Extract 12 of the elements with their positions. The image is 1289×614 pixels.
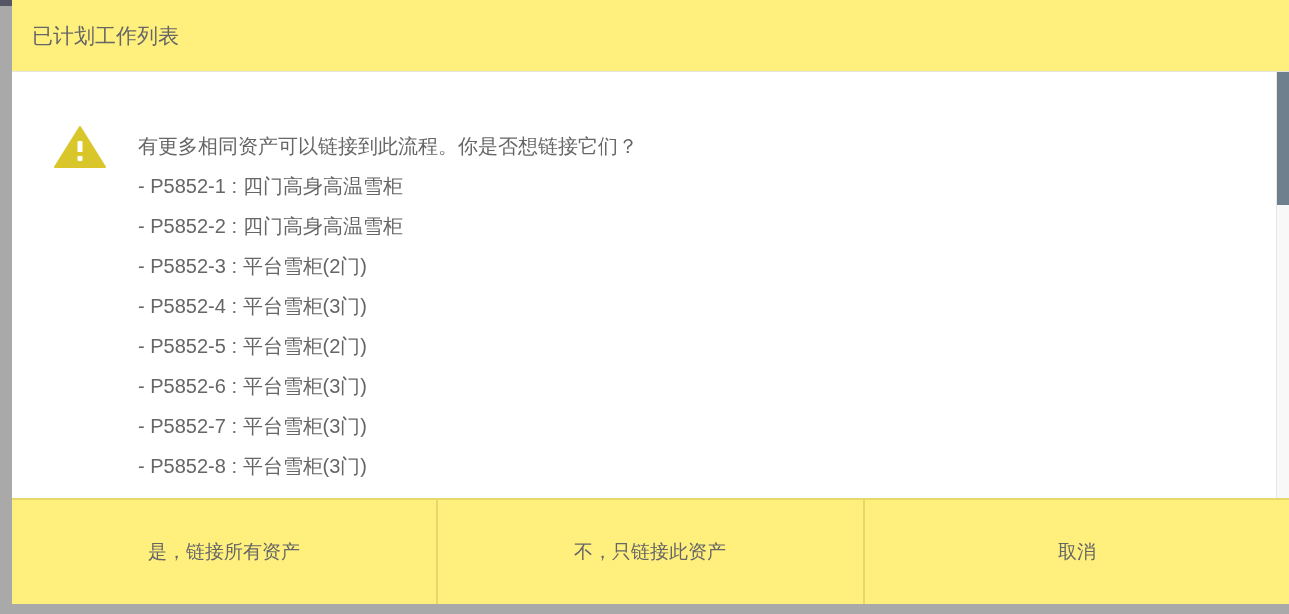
asset-item: - P5852-5 : 平台雪柜(2门) <box>138 334 368 359</box>
warning-icon <box>54 126 106 168</box>
asset-item: - P5852-2 : 四门高身高温雪柜 <box>138 214 404 239</box>
asset-item: - P5852-7 : 平台雪柜(3门) <box>138 414 368 439</box>
asset-item: - P5852-4 : 平台雪柜(3门) <box>138 294 368 319</box>
asset-item: - P5852-3 : 平台雪柜(2门) <box>138 254 368 279</box>
scrollbar[interactable] <box>1276 72 1289 498</box>
message-text: 有更多相同资产可以链接到此流程。你是否想链接它们？ <box>138 134 638 159</box>
asset-item: - P5852-1 : 四门高身高温雪柜 <box>138 174 404 199</box>
asset-item: - P5852-8 : 平台雪柜(3门) <box>138 454 368 479</box>
dialog-title: 已计划工作列表 <box>32 22 179 49</box>
asset-item: - P5852-6 : 平台雪柜(3门) <box>138 374 368 399</box>
